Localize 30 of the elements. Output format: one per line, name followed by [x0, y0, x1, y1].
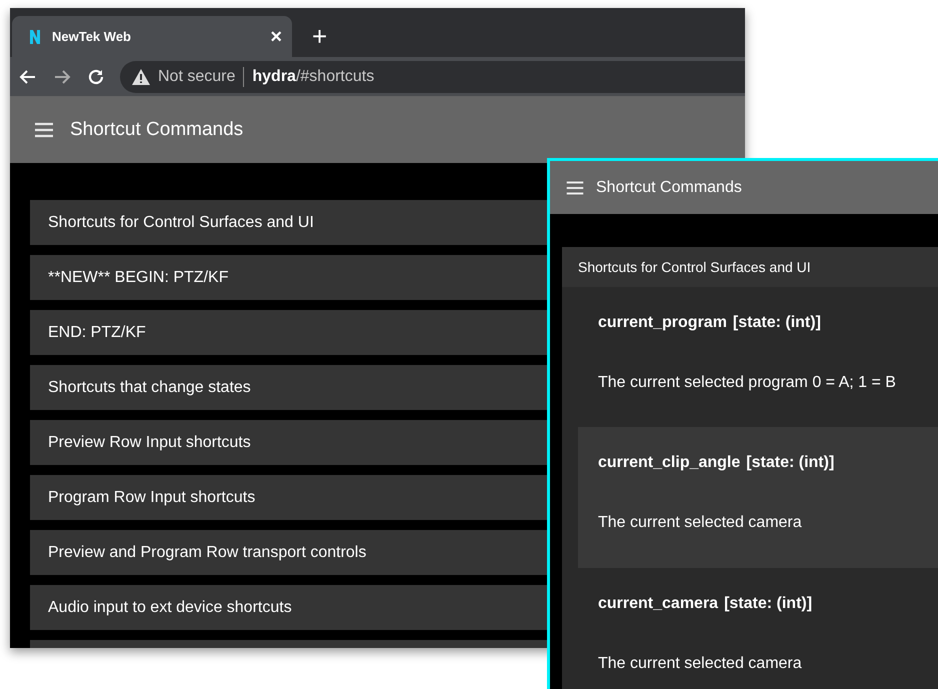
shortcut-entry[interactable]: current_clip_angle [state: (int)] The current selected camera — [578, 427, 938, 568]
section-header[interactable]: Preview and Program Row transport controls — [30, 530, 547, 575]
section-header[interactable]: Shortcuts for Control Surfaces and UI — [30, 200, 547, 245]
section-header[interactable]: Preview Row Input shortcuts — [30, 420, 547, 465]
app-title: Shortcut Commands — [70, 118, 244, 142]
section-header[interactable]: Shortcuts that change states — [30, 365, 547, 410]
close-button[interactable]: × — [270, 26, 282, 46]
address-field[interactable]: Not secure hydra/#shortcuts — [120, 60, 745, 92]
shortcut-description: The current selected program 0 = A; 1 = B — [598, 373, 897, 393]
shortcut-name: current_clip_angle — [598, 453, 740, 473]
shortcut-type: [state: (int)] — [732, 313, 821, 333]
shortcut-description: The current selected camera — [598, 654, 803, 674]
shortcut-name: current_camera — [598, 594, 718, 614]
section-header[interactable]: **NEW** BEGIN: PTZ/KF — [30, 255, 547, 300]
app-title: Shortcut Commands — [596, 178, 742, 198]
app-logo-icon — [28, 28, 42, 44]
shortcut-type: [state: (int)] — [724, 594, 812, 614]
shortcut-type: [state: (int)] — [746, 453, 834, 473]
section-header[interactable]: END: PTZ/KF — [30, 310, 547, 355]
browser-tab[interactable]: NewTek Web × — [12, 16, 292, 57]
section-header[interactable]: Audio input to ext device shortcuts — [30, 585, 547, 630]
shortcut-name: current_program — [598, 313, 727, 333]
warning-icon — [132, 68, 150, 84]
tab-title: NewTek Web — [52, 28, 132, 46]
new-tab-button[interactable]: + — [312, 23, 328, 49]
url-text: hydra/#shortcuts — [252, 66, 374, 86]
shortcut-description: The current selected camera — [598, 513, 803, 533]
security-label: Not secure — [158, 66, 236, 86]
section-header[interactable]: Shortcuts for Control Surfaces and UI — [562, 247, 938, 287]
section-header[interactable]: Program Row Input shortcuts — [30, 475, 547, 520]
